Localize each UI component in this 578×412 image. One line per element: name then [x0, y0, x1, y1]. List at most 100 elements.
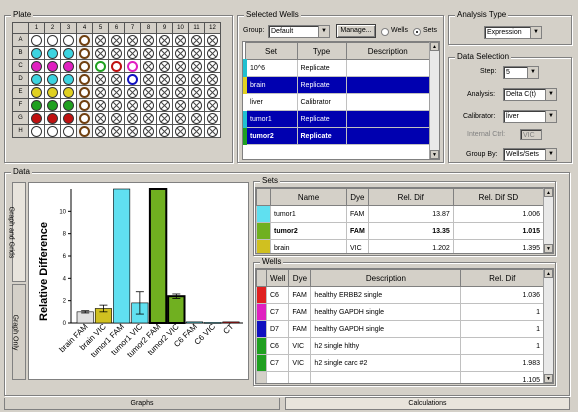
- wells-radio[interactable]: [381, 28, 389, 36]
- tab-graph-and-grids[interactable]: Graph and Grids: [7, 182, 26, 282]
- calibrator-dropdown[interactable]: liver ▼: [503, 110, 557, 123]
- col-type[interactable]: Type: [296, 42, 347, 60]
- plate-well-cell[interactable]: [204, 33, 221, 47]
- plate-well-cell[interactable]: [92, 111, 109, 125]
- sets-table-row[interactable]: 10^6 Replicate: [243, 59, 430, 77]
- scroll-up-icon[interactable]: ▲: [544, 188, 553, 197]
- plate-well-cell[interactable]: [188, 33, 205, 47]
- plate-well-cell[interactable]: [172, 72, 189, 86]
- plate-well-cell[interactable]: [108, 33, 125, 47]
- plate-well-cell[interactable]: [156, 85, 173, 99]
- plate-well-cell[interactable]: [28, 85, 45, 99]
- plate-well-cell[interactable]: [92, 98, 109, 112]
- plate-well-cell[interactable]: [76, 98, 93, 112]
- plate-well-cell[interactable]: [156, 46, 173, 60]
- plate-well-cell[interactable]: [108, 72, 125, 86]
- chevron-down-icon[interactable]: ▼: [545, 89, 556, 100]
- plate-col-header[interactable]: 2: [44, 22, 61, 34]
- plate-row-header[interactable]: A: [12, 33, 29, 47]
- plate-col-header[interactable]: 10: [172, 22, 189, 34]
- plate-well-cell[interactable]: [60, 33, 77, 47]
- plate-well-cell[interactable]: [140, 59, 157, 73]
- plate-well-cell[interactable]: [124, 124, 141, 138]
- sets-table-row[interactable]: brain Replicate: [243, 76, 430, 94]
- plate-well-cell[interactable]: [92, 46, 109, 60]
- plate-well-cell[interactable]: [76, 72, 93, 86]
- plate-well-cell[interactable]: [156, 33, 173, 47]
- plate-well-cell[interactable]: [76, 46, 93, 60]
- plate-well-cell[interactable]: [44, 124, 61, 138]
- plate-col-header[interactable]: 12: [204, 22, 221, 34]
- group-by-dropdown[interactable]: Wells/Sets ▼: [503, 148, 557, 161]
- plate-well-cell[interactable]: [124, 33, 141, 47]
- plate-well-cell[interactable]: [140, 72, 157, 86]
- plate-well-cell[interactable]: [204, 46, 221, 60]
- plate-well-cell[interactable]: [92, 72, 109, 86]
- plate-well-cell[interactable]: [204, 85, 221, 99]
- plate-well-cell[interactable]: [60, 98, 77, 112]
- col-description[interactable]: Description: [310, 269, 462, 287]
- plate-well-cell[interactable]: [60, 124, 77, 138]
- plate-well-cell[interactable]: [124, 111, 141, 125]
- plate-well-cell[interactable]: [92, 33, 109, 47]
- plate-well-cell[interactable]: [124, 98, 141, 112]
- plate-well-cell[interactable]: [92, 85, 109, 99]
- plate-well-cell[interactable]: [44, 85, 61, 99]
- plate-well-cell[interactable]: [28, 33, 45, 47]
- wells-grid-row[interactable]: 1.105: [256, 371, 544, 383]
- plate-well-cell[interactable]: [188, 124, 205, 138]
- wells-grid-row[interactable]: C7 FAM healthy GAPDH single 1: [256, 303, 544, 321]
- wells-grid-row[interactable]: C6 VIC h2 single hlthy 1: [256, 337, 544, 355]
- col-rel-dif[interactable]: Rel. Dif: [460, 269, 544, 287]
- plate-well-cell[interactable]: [140, 98, 157, 112]
- col-set[interactable]: Set: [244, 42, 298, 60]
- step-dropdown[interactable]: 5 ▼: [503, 66, 539, 79]
- plate-well-cell[interactable]: [60, 59, 77, 73]
- sets-table-row[interactable]: tumor2 Replicate: [243, 127, 430, 145]
- plate-well-cell[interactable]: [28, 111, 45, 125]
- plate-well-cell[interactable]: [204, 98, 221, 112]
- chevron-down-icon[interactable]: ▼: [545, 111, 556, 122]
- analysis-dropdown[interactable]: Delta C(t) ▼: [503, 88, 557, 101]
- plate-row-header[interactable]: C: [12, 59, 29, 73]
- col-description[interactable]: Description: [345, 42, 430, 60]
- plate-well-cell[interactable]: [76, 85, 93, 99]
- plate-row-header[interactable]: G: [12, 111, 29, 125]
- sets-grid-row[interactable]: tumor2 FAM 13.35 1.015: [256, 222, 545, 240]
- sets-table-row[interactable]: tumor1 Replicate: [243, 110, 430, 128]
- analysis-type-dropdown[interactable]: Expression ▼: [484, 26, 542, 39]
- plate-well-cell[interactable]: [60, 85, 77, 99]
- plate-well-cell[interactable]: [172, 124, 189, 138]
- scroll-up-icon[interactable]: ▲: [544, 269, 553, 278]
- plate-col-header[interactable]: 9: [156, 22, 173, 34]
- chevron-down-icon[interactable]: ▼: [527, 67, 538, 78]
- plate-row-header[interactable]: F: [12, 98, 29, 112]
- plate-row-header[interactable]: H: [12, 124, 29, 138]
- plate-well-cell[interactable]: [60, 111, 77, 125]
- plate-well-cell[interactable]: [172, 85, 189, 99]
- sets-table-scrollbar[interactable]: ▲ ▼: [429, 42, 439, 159]
- plate-well-cell[interactable]: [76, 33, 93, 47]
- plate-well-cell[interactable]: [172, 111, 189, 125]
- plate-well-cell[interactable]: [140, 111, 157, 125]
- plate-col-header[interactable]: 5: [92, 22, 109, 34]
- sets-grid-scrollbar[interactable]: ▲ ▼: [543, 188, 553, 253]
- plate-table[interactable]: 1 2 3 4 5 6 7 8 9 10 11 12 A B C D E F G H: [12, 22, 221, 138]
- chevron-down-icon[interactable]: ▼: [318, 26, 329, 37]
- scroll-up-icon[interactable]: ▲: [430, 42, 439, 51]
- plate-col-header[interactable]: 1: [28, 22, 45, 34]
- scroll-down-icon[interactable]: ▼: [544, 374, 553, 383]
- tab-calculations[interactable]: Calculations: [285, 397, 570, 410]
- plate-well-cell[interactable]: [124, 72, 141, 86]
- plate-well-cell[interactable]: [204, 124, 221, 138]
- plate-well-cell[interactable]: [204, 59, 221, 73]
- plate-well-cell[interactable]: [140, 33, 157, 47]
- plate-well-cell[interactable]: [188, 59, 205, 73]
- wells-grid-scrollbar[interactable]: ▲ ▼: [543, 269, 553, 383]
- plate-well-cell[interactable]: [60, 72, 77, 86]
- plate-well-cell[interactable]: [188, 98, 205, 112]
- plate-well-cell[interactable]: [124, 59, 141, 73]
- plate-well-cell[interactable]: [44, 33, 61, 47]
- plate-well-cell[interactable]: [124, 85, 141, 99]
- col-name[interactable]: Name: [270, 188, 347, 206]
